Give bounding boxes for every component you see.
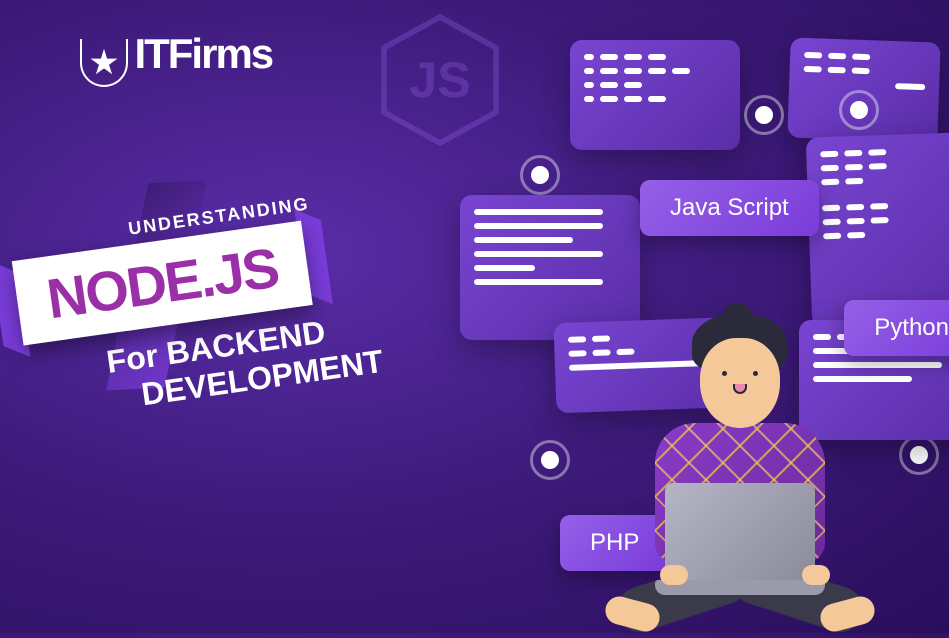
- connector-dot-icon: [520, 155, 560, 195]
- connector-dot-icon: [839, 90, 879, 130]
- connector-dot-icon: [744, 95, 784, 135]
- star-laurel-icon: [80, 39, 130, 89]
- code-window-decoration: [570, 40, 740, 150]
- nodejs-hexagon-icon: JS: [370, 10, 510, 150]
- connector-dot-icon: [899, 435, 939, 475]
- title-main-text: NODE.JS: [43, 236, 281, 331]
- hero-title: UNDERSTANDING NODE.JS For BACKEND DEVELO…: [8, 186, 385, 428]
- brand-logo: ITFirms: [80, 30, 272, 89]
- connector-dot-icon: [530, 440, 570, 480]
- brand-name: ITFirms: [134, 30, 272, 77]
- code-window-decoration: [806, 132, 949, 327]
- developer-illustration: [600, 303, 900, 633]
- svg-text:JS: JS: [409, 51, 471, 108]
- laptop-icon: [665, 483, 815, 583]
- language-tag-javascript: Java Script: [640, 180, 819, 236]
